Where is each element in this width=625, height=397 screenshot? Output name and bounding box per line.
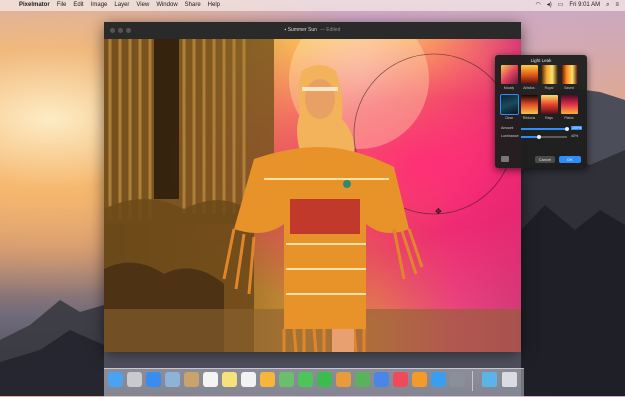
menu-share[interactable]: Share xyxy=(185,0,201,11)
menu-file[interactable]: File xyxy=(57,0,67,11)
facetime-icon[interactable] xyxy=(317,372,332,387)
preset-thumb-saved[interactable] xyxy=(561,65,578,84)
photo-illustration xyxy=(104,39,521,352)
light-leak-panel: Light Leak Moody Arbolus Royal Saved Cle… xyxy=(495,55,587,168)
luminance-label: Luminance xyxy=(501,134,519,138)
amount-label: Amount xyxy=(501,126,514,130)
mail-icon[interactable] xyxy=(165,372,180,387)
battery-icon[interactable]: ▭ xyxy=(558,0,564,11)
search-icon[interactable]: ⌕ xyxy=(606,0,609,11)
preset-thumb-clear[interactable] xyxy=(500,94,519,115)
app-store-icon[interactable] xyxy=(431,372,446,387)
preset-label-royal: Royal xyxy=(544,86,554,90)
maps-icon[interactable] xyxy=(279,372,294,387)
minimize-button[interactable] xyxy=(118,28,123,33)
system-preferences-icon[interactable] xyxy=(450,372,465,387)
preset-thumb-ribbons[interactable] xyxy=(521,95,538,114)
menu-view[interactable]: View xyxy=(136,0,149,11)
pages-icon[interactable] xyxy=(336,372,351,387)
preset-label-plains: Plains xyxy=(564,116,574,120)
amount-slider[interactable] xyxy=(521,126,569,131)
preset-thumb-rays[interactable] xyxy=(541,95,558,114)
amount-slider-knob[interactable] xyxy=(565,126,569,131)
preset-label-ribbons: Ribbons xyxy=(522,116,536,120)
window-titlebar[interactable]: ▪ Summer Sun — Edited xyxy=(104,22,521,39)
safari-icon[interactable] xyxy=(146,372,161,387)
preset-thumb-royal[interactable] xyxy=(541,65,558,84)
ok-button[interactable]: OK xyxy=(559,156,581,163)
clock[interactable]: Fri 9:01 AM xyxy=(569,0,600,11)
keynote-icon[interactable] xyxy=(374,372,389,387)
document-icon: ▪ xyxy=(284,27,287,33)
menu-help[interactable]: Help xyxy=(208,0,220,11)
luminance-slider[interactable] xyxy=(521,134,567,139)
volume-icon[interactable]: ◂) xyxy=(547,0,552,11)
luminance-value[interactable]: 40% xyxy=(571,134,578,138)
messages-icon[interactable] xyxy=(298,372,313,387)
list-icon[interactable]: ≡ xyxy=(615,0,619,11)
notes-icon[interactable] xyxy=(222,372,237,387)
preset-label-rays: Rays xyxy=(545,116,553,120)
menu-window[interactable]: Window xyxy=(156,0,177,11)
zoom-button[interactable] xyxy=(126,28,131,33)
panel-title: Light Leak xyxy=(530,58,552,63)
menu-bar: Pixelmator File Edit Image Layer View Wi… xyxy=(0,0,625,11)
music-icon[interactable] xyxy=(393,372,408,387)
calendar-icon[interactable] xyxy=(203,372,218,387)
preset-label-saved: Saved xyxy=(564,86,574,90)
dock-separator xyxy=(472,371,473,391)
preset-thumb-arbolus[interactable] xyxy=(521,65,538,84)
finder-icon[interactable] xyxy=(108,372,123,387)
preset-label-moody: Moody xyxy=(503,86,515,90)
downloads-icon[interactable] xyxy=(482,372,497,387)
window-title: Summer Sun xyxy=(287,27,317,33)
preset-label-arbolus: Arbolus xyxy=(523,86,535,90)
numbers-icon[interactable] xyxy=(355,372,370,387)
cancel-button[interactable]: Cancel xyxy=(535,156,555,163)
image-window: ▪ Summer Sun — Edited xyxy=(104,22,521,352)
reminders-icon[interactable] xyxy=(241,372,256,387)
mouse-cursor-icon: ✥ xyxy=(435,207,442,216)
contacts-icon[interactable] xyxy=(184,372,199,387)
ibooks-icon[interactable] xyxy=(412,372,427,387)
menu-layer[interactable]: Layer xyxy=(114,0,129,11)
canvas-photo[interactable] xyxy=(104,39,521,352)
amount-value[interactable]: 100% xyxy=(571,126,583,130)
trash-icon[interactable] xyxy=(502,372,517,387)
edited-indicator: — Edited xyxy=(319,27,341,33)
menu-app-name[interactable]: Pixelmator xyxy=(19,0,50,11)
menu-image[interactable]: Image xyxy=(91,0,108,11)
wifi-icon[interactable]: ◠ xyxy=(535,0,540,11)
close-button[interactable] xyxy=(110,28,115,33)
preset-label-clear: Clear xyxy=(504,116,514,120)
preset-thumb-plains[interactable] xyxy=(561,95,578,114)
luminance-slider-knob[interactable] xyxy=(537,134,542,139)
amount-slider-fill xyxy=(521,128,567,130)
menu-edit[interactable]: Edit xyxy=(73,0,83,11)
color-swatch[interactable] xyxy=(501,156,509,162)
preset-thumb-moody[interactable] xyxy=(501,65,518,84)
launchpad-icon[interactable] xyxy=(127,372,142,387)
photos-icon[interactable] xyxy=(260,372,275,387)
